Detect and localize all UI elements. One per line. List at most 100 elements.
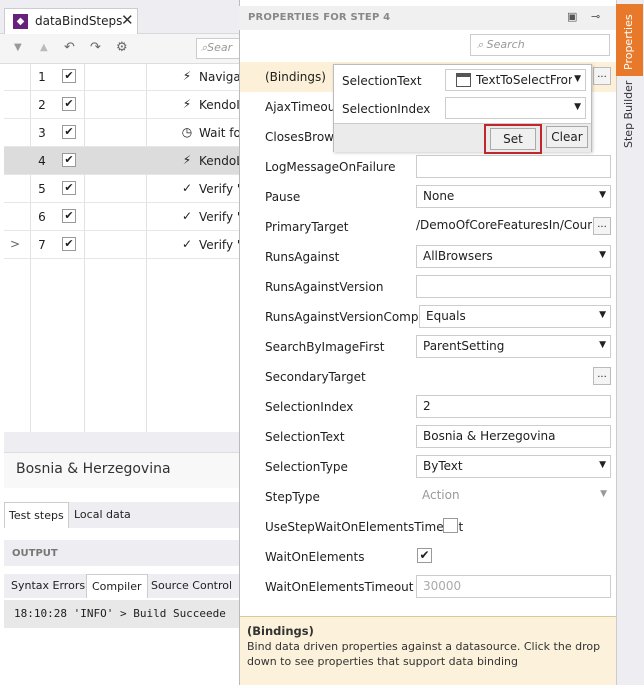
use-step-wait-checkbox[interactable] xyxy=(443,518,458,533)
runs-against-version-input[interactable] xyxy=(416,275,611,298)
expand-chevron-icon[interactable]: > xyxy=(10,237,20,251)
tab-source-control[interactable]: Source Control xyxy=(146,574,237,598)
step-number: 2 xyxy=(38,98,46,112)
select-value: ByText xyxy=(423,459,463,473)
step-number: 1 xyxy=(38,70,46,84)
settings-icon[interactable]: ⚙ xyxy=(116,40,128,55)
dropdown-arrow-icon: ▼ xyxy=(599,460,606,470)
tab-compiler[interactable]: Compiler xyxy=(86,574,148,598)
property-description: (Bindings) Bind data driven properties a… xyxy=(240,616,616,685)
properties-search-input[interactable]: ⌕ Search xyxy=(470,34,610,56)
property-label: SecondaryTarget xyxy=(265,370,366,384)
tab-properties-label: Properties xyxy=(622,14,635,70)
move-up-icon[interactable]: ▲ xyxy=(40,42,48,53)
step-row[interactable]: 5 ✔ ✓ Verify 'T xyxy=(4,175,240,203)
window-position-icon[interactable]: ▣ xyxy=(567,10,577,23)
lightning-icon: ⚡ xyxy=(182,153,192,167)
selection-text-binding-select[interactable]: TextToSelectFrom ▼ xyxy=(445,69,586,91)
popup-selection-text-label: SelectionText xyxy=(342,74,422,88)
version-compare-select[interactable]: Equals ▼ xyxy=(419,305,611,328)
steps-search-input[interactable]: ⌕Sear xyxy=(196,38,240,59)
select-value: ParentSetting xyxy=(423,339,505,353)
property-label: WaitOnElements xyxy=(265,550,365,564)
step-row[interactable]: 2 ✔ ⚡ KendoI xyxy=(4,91,240,119)
search-icon: ⌕ xyxy=(477,38,487,51)
selection-index-binding-select[interactable]: ▼ xyxy=(445,97,586,119)
search-by-image-select[interactable]: ParentSetting ▼ xyxy=(416,335,611,358)
step-number: 7 xyxy=(38,238,46,252)
step-row[interactable]: > 7 ✔ ✓ Verify 'F xyxy=(4,231,240,259)
step-row[interactable]: 1 ✔ ⚡ Navigat xyxy=(4,63,240,91)
dropdown-arrow-icon: ▼ xyxy=(599,250,606,260)
property-row-runs-against: RunsAgainst AllBrowsers ▼ xyxy=(240,242,616,272)
redo-icon[interactable]: ↷ xyxy=(90,40,101,55)
splitter[interactable] xyxy=(4,432,240,452)
document-tab[interactable]: ◆ dataBindSteps ✕ xyxy=(4,8,138,34)
property-label: Pause xyxy=(265,190,301,204)
selection-text-input[interactable]: Bosnia & Herzegovina xyxy=(416,425,611,448)
select-value: Action xyxy=(422,488,460,502)
step-description: Verify 'T xyxy=(199,182,240,196)
step-enabled-checkbox[interactable]: ✔ xyxy=(62,209,76,223)
step-row-selected[interactable]: 4 ✔ ⚡ KendoL xyxy=(4,147,240,175)
primary-target-ellipsis-button[interactable]: ... xyxy=(593,217,611,235)
description-text: Bind data driven properties against a da… xyxy=(247,640,601,668)
tab-local-data[interactable]: Local data xyxy=(70,502,135,528)
runs-against-select[interactable]: AllBrowsers ▼ xyxy=(416,245,611,268)
wait-on-elements-checkbox[interactable]: ✔ xyxy=(417,548,432,563)
tab-step-builder[interactable]: Step Builder xyxy=(616,80,643,150)
property-label: PrimaryTarget xyxy=(265,220,349,234)
table-icon xyxy=(456,73,471,87)
step-enabled-checkbox[interactable]: ✔ xyxy=(62,181,76,195)
clear-button[interactable]: Clear xyxy=(546,126,588,148)
checkmark-icon: ✓ xyxy=(181,181,193,195)
step-description: Verify '' xyxy=(199,210,240,224)
step-enabled-checkbox[interactable]: ✔ xyxy=(62,125,76,139)
properties-search-placeholder: Search xyxy=(486,38,525,51)
step-type-select: Action ▼ xyxy=(416,485,611,508)
step-number: 6 xyxy=(38,210,46,224)
checkmark-icon: ✓ xyxy=(181,237,193,251)
property-row-selection-type: SelectionType ByText ▼ xyxy=(240,452,616,482)
steps-toolbar: ▼ ▲ ↶ ↷ ⚙ ⌕Sear xyxy=(0,34,240,64)
property-label: RunsAgainstVersionCompare xyxy=(265,310,438,324)
tab-syntax-errors[interactable]: Syntax Errors xyxy=(6,574,90,598)
dropdown-arrow-icon: ▼ xyxy=(572,74,581,84)
close-icon[interactable]: ✕ xyxy=(121,11,134,29)
selected-value-preview: Bosnia & Herzegovina xyxy=(4,452,240,488)
property-label: SelectionIndex xyxy=(265,400,354,414)
step-enabled-checkbox[interactable]: ✔ xyxy=(62,237,76,251)
selection-index-input[interactable]: 2 xyxy=(416,395,611,418)
output-log-line: 18:10:28 'INFO' > Build Succeede xyxy=(4,600,240,628)
step-row[interactable]: 6 ✔ ✓ Verify '' xyxy=(4,203,240,231)
step-description: KendoI xyxy=(199,98,240,112)
step-row[interactable]: 3 ✔ ◷ Wait fo xyxy=(4,119,240,147)
undo-icon[interactable]: ↶ xyxy=(64,40,75,55)
step-description: Verify 'F xyxy=(199,238,240,252)
property-row-wait-timeout: WaitOnElementsTimeout 30000 xyxy=(240,572,616,602)
tab-properties[interactable]: Properties xyxy=(616,4,643,76)
move-down-icon[interactable]: ▼ xyxy=(14,42,22,53)
select-value: AllBrowsers xyxy=(423,249,493,263)
step-description: Wait fo xyxy=(199,126,240,140)
property-row-pause: Pause None ▼ xyxy=(240,182,616,212)
step-enabled-checkbox[interactable]: ✔ xyxy=(62,153,76,167)
property-row-step-type: StepType Action ▼ xyxy=(240,482,616,512)
wait-timeout-input[interactable]: 30000 xyxy=(416,575,611,598)
output-header: OUTPUT xyxy=(4,540,240,566)
step-enabled-checkbox[interactable]: ✔ xyxy=(62,69,76,83)
pin-icon[interactable]: ⊸ xyxy=(591,10,600,23)
set-button[interactable]: Set xyxy=(490,128,536,150)
dropdown-arrow-icon: ▼ xyxy=(599,340,606,350)
step-description: Navigat xyxy=(199,70,240,84)
selection-type-select[interactable]: ByText ▼ xyxy=(416,455,611,478)
tab-test-steps[interactable]: Test steps xyxy=(4,502,69,528)
secondary-target-ellipsis-button[interactable]: ... xyxy=(593,367,611,385)
step-enabled-checkbox[interactable]: ✔ xyxy=(62,97,76,111)
log-message-input[interactable] xyxy=(416,155,611,178)
property-label: SelectionText xyxy=(265,430,345,444)
pause-select[interactable]: None ▼ xyxy=(416,185,611,208)
dropdown-arrow-icon: ▼ xyxy=(599,310,606,320)
bindings-ellipsis-button[interactable]: ... xyxy=(593,67,611,85)
property-row-selection-text: SelectionText Bosnia & Herzegovina xyxy=(240,422,616,452)
